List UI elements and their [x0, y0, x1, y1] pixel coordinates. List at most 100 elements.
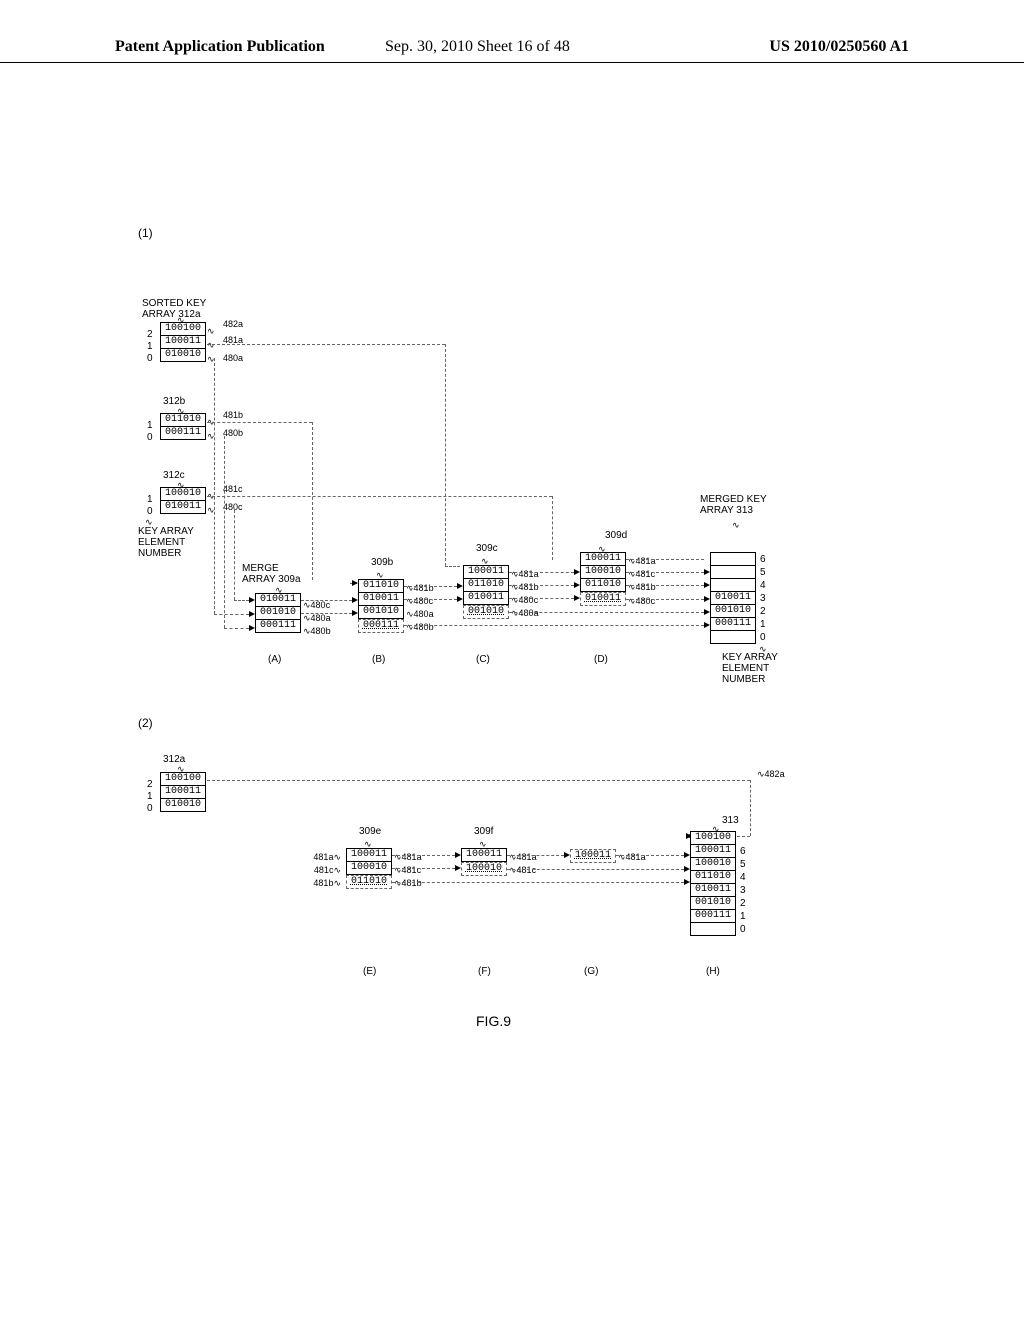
arrow-icon — [455, 865, 461, 871]
array-312a-2: 100100 100011 010010 — [160, 773, 206, 812]
cell-309a-1: 001010 — [255, 606, 301, 620]
ref-482a: 482a — [223, 319, 243, 329]
idx2-312a-0: 0 — [147, 798, 153, 816]
cell-313b-1: 000111 — [690, 909, 736, 923]
cell-309a-0: 010011 — [255, 593, 301, 607]
header-center: Sep. 30, 2010 Sheet 16 of 48 — [385, 38, 570, 56]
cell-312b-0: 000111 — [160, 426, 206, 440]
cell-309f-0: 100011 — [461, 848, 507, 862]
cell-313b-0 — [690, 922, 736, 936]
merged-key-array-label: MERGED KEY ARRAY 313 — [700, 494, 767, 516]
ref-481b-d: ∿481b — [628, 582, 656, 592]
cell-313b-7: 100100 — [690, 831, 736, 845]
idx-313b-6: 6 — [740, 846, 750, 857]
ref-480b: 480b — [223, 428, 243, 438]
dash-line — [224, 628, 249, 629]
cell-309e-0: 100011 — [346, 848, 392, 862]
cell-312a-0: 010010 — [160, 348, 206, 362]
section-one-label: (1) — [138, 228, 153, 239]
cell2-312a-1: 100011 — [160, 785, 206, 799]
array-309a: 010011 001010 000111 — [255, 594, 301, 633]
cell-313-3: 010011 — [710, 591, 756, 605]
arrow-icon — [704, 622, 710, 628]
dash-line — [207, 422, 312, 423]
cell-312b-1: 011010 — [160, 413, 206, 427]
ref-481c-d: ∿481c — [628, 569, 655, 579]
ref-480c-d: ∿480c — [628, 596, 655, 606]
squiggle-icon: ∿ — [207, 340, 215, 350]
ref-480a: 480a — [223, 353, 243, 363]
dash-line — [214, 614, 249, 615]
dash-line — [616, 855, 684, 856]
dash-line — [507, 869, 684, 870]
array-312b: 011010 000111 — [160, 414, 206, 440]
cell-309a-2: 000111 — [255, 619, 301, 633]
cell-309c-1: 011010 — [463, 578, 509, 592]
ref-481a-d: ∿481a — [628, 556, 656, 566]
stage-B: (B) — [372, 654, 385, 665]
header-right: US 2010/0250560 A1 — [769, 38, 909, 56]
cell-g-0: 100011 — [570, 849, 616, 863]
idx-313b-3: 3 — [740, 885, 750, 896]
dash-line — [552, 496, 553, 560]
key-array-elem-label: KEY ARRAY ELEMENT NUMBER — [138, 526, 194, 559]
cell-309c-2: 010011 — [463, 591, 509, 605]
ref-481c-f: ∿481c — [509, 865, 536, 875]
arrow-icon — [704, 582, 710, 588]
ref-480c: 480c — [223, 502, 243, 512]
dash-line — [509, 598, 574, 599]
array-309d: 100011 100010 011010 010011 — [580, 553, 626, 606]
array-312a: 100100 100011 010010 — [160, 323, 206, 362]
cell-309d-2: 011010 — [580, 578, 626, 592]
arrow-icon — [457, 583, 463, 589]
ref-481b-c: ∿481b — [511, 582, 539, 592]
cell-313b-3: 010011 — [690, 883, 736, 897]
cell-313b-2: 001010 — [690, 896, 736, 910]
cell-309d-3: 010011 — [580, 592, 626, 606]
dash-line — [509, 572, 574, 573]
dash-line — [207, 496, 552, 497]
idx-312b-0: 0 — [147, 427, 153, 445]
cell-313-5 — [710, 565, 756, 579]
ref-480a-a: ∿480a — [303, 613, 331, 623]
dash-line — [750, 780, 751, 836]
arrow-icon — [352, 597, 358, 603]
array-309e: 100011 100010 011010 — [346, 849, 392, 889]
squiggle-icon: ∿ — [177, 315, 185, 325]
cell-309e-2: 011010 — [346, 875, 392, 889]
ref-481c-e2: ∿481c — [394, 865, 421, 875]
arrow-icon — [574, 569, 580, 575]
array-309c: 100011 011010 010011 001010 — [463, 566, 509, 619]
dash-line — [392, 882, 684, 883]
dash-line — [234, 510, 235, 600]
cell-312a-1: 100011 — [160, 335, 206, 349]
cell-309c-3: 001010 — [463, 605, 509, 619]
cell-313b-5: 100010 — [690, 857, 736, 871]
ref-480a-b: ∿480a — [406, 609, 434, 619]
label-309f: 309f — [474, 826, 493, 837]
arrow-icon — [574, 582, 580, 588]
cell-309b-0: 011010 — [358, 579, 404, 593]
cell2-312a-2: 100100 — [160, 772, 206, 786]
cell-313b-4: 011010 — [690, 870, 736, 884]
arrow-icon — [457, 596, 463, 602]
idx-313-3: 3 — [760, 593, 770, 604]
cell-312c-1: 100010 — [160, 487, 206, 501]
cell-313-6 — [710, 552, 756, 566]
cell-309d-1: 100010 — [580, 565, 626, 579]
page-header: Patent Application Publication Sep. 30, … — [0, 38, 1024, 63]
arrow-icon — [574, 595, 580, 601]
ref-480b-a: ∿480b — [303, 626, 331, 636]
label-309e: 309e — [359, 826, 381, 837]
ref-481b-e2: ∿481b — [394, 878, 422, 888]
squiggle-icon: ∿ — [207, 326, 215, 336]
dash-line — [207, 780, 750, 781]
dash-line — [626, 599, 704, 600]
ref-482a-2: ∿482a — [757, 769, 785, 779]
arrow-icon — [564, 852, 570, 858]
dash-line — [509, 585, 574, 586]
label-309c: 309c — [476, 543, 498, 554]
label-309d: 309d — [605, 530, 627, 541]
array-313: 010011 001010 000111 — [710, 553, 756, 644]
dash-line — [509, 612, 704, 613]
